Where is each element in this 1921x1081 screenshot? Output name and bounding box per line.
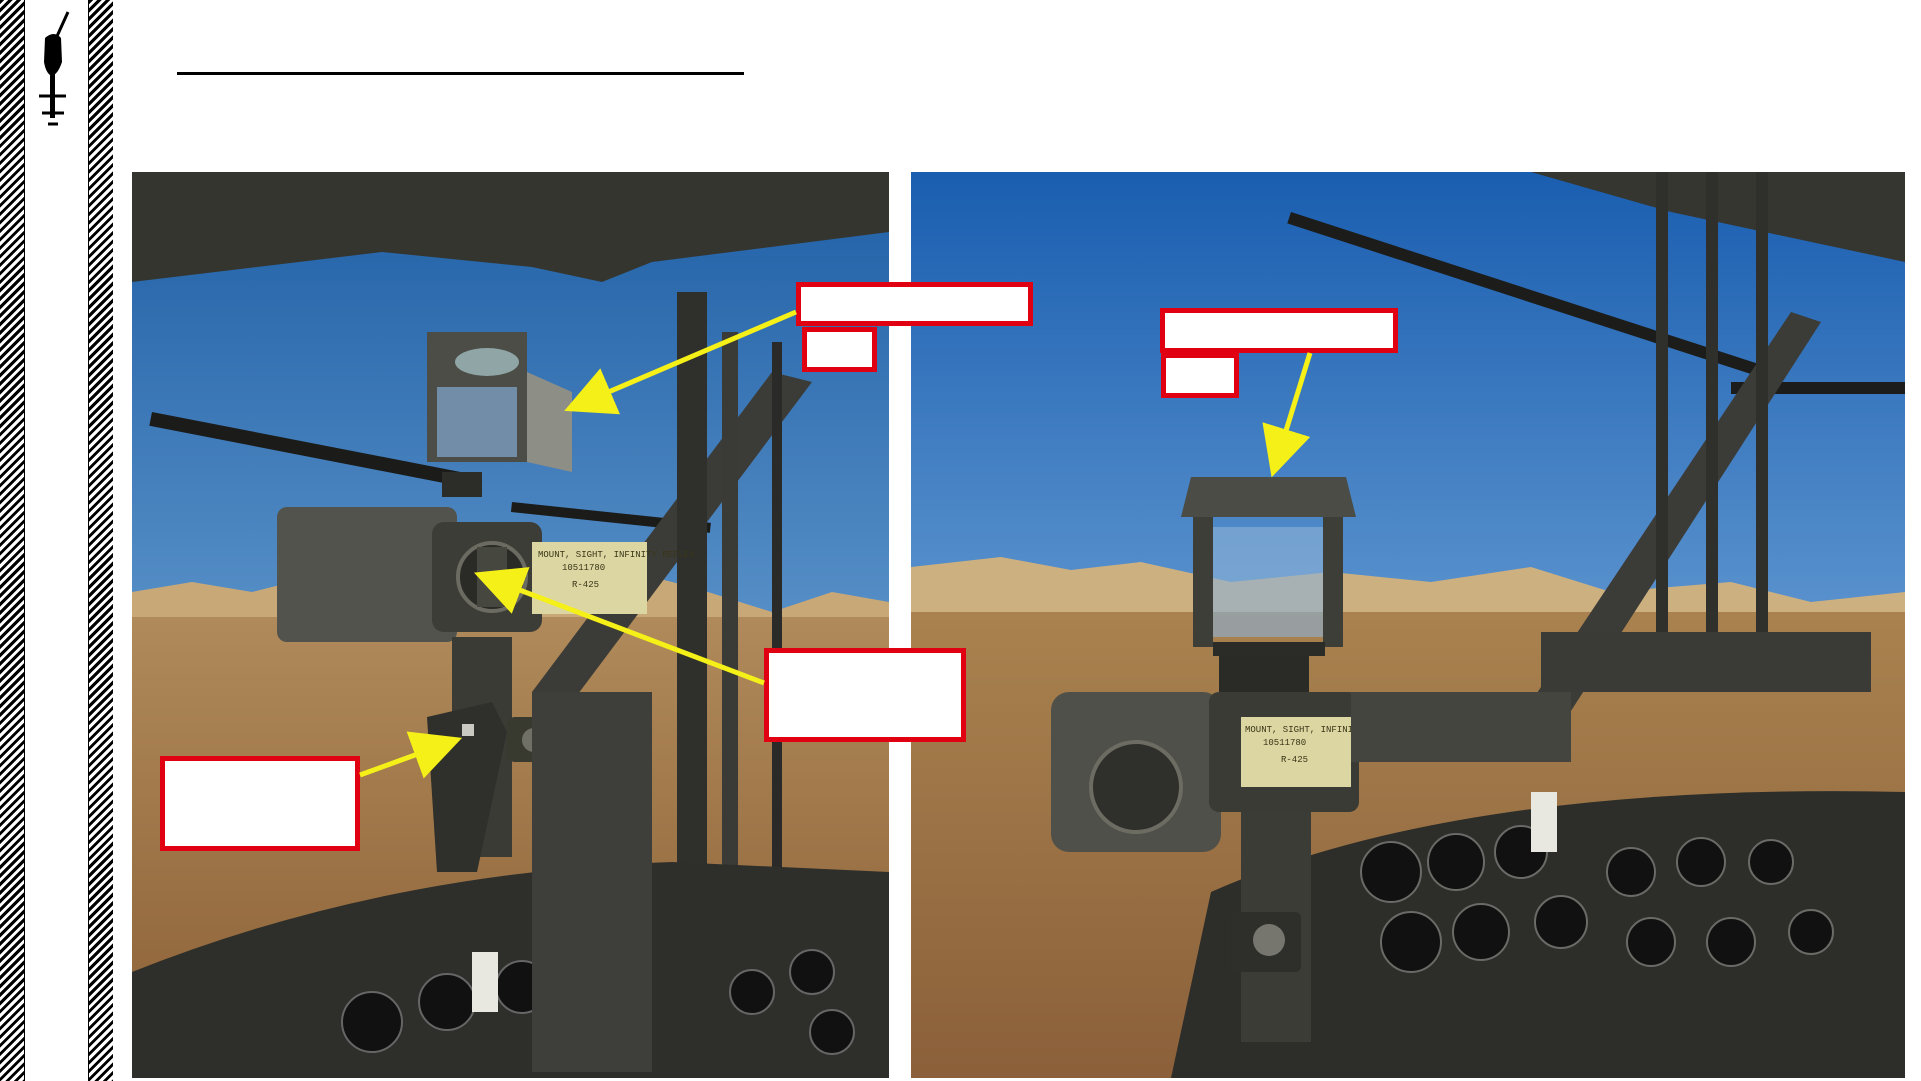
callout-box-2 xyxy=(802,327,877,372)
callout-box-5 xyxy=(764,648,966,742)
cockpit-photo-left: MOUNT, SIGHT, INFINITY REFLEX 10511780 R… xyxy=(132,172,889,1078)
title-underline xyxy=(177,72,744,75)
callout-box-1 xyxy=(796,282,1033,326)
svg-text:R-425: R-425 xyxy=(1281,755,1308,765)
svg-text:R-425: R-425 xyxy=(572,580,599,590)
cockpit-photo-right: MOUNT, SIGHT, INFINITY REFLEX 10511780 R… xyxy=(911,172,1905,1078)
callout-box-6 xyxy=(160,756,360,851)
right-hatched-border xyxy=(88,0,113,1081)
callout-box-4 xyxy=(1161,353,1239,398)
left-hatched-border xyxy=(0,0,25,1081)
svg-text:10511780: 10511780 xyxy=(562,563,605,573)
callout-box-3 xyxy=(1160,308,1398,353)
svg-text:MOUNT, SIGHT, INFINITY REFLEX: MOUNT, SIGHT, INFINITY REFLEX xyxy=(538,550,695,560)
helicopter-icon xyxy=(39,11,70,126)
svg-text:10511780: 10511780 xyxy=(1263,738,1306,748)
